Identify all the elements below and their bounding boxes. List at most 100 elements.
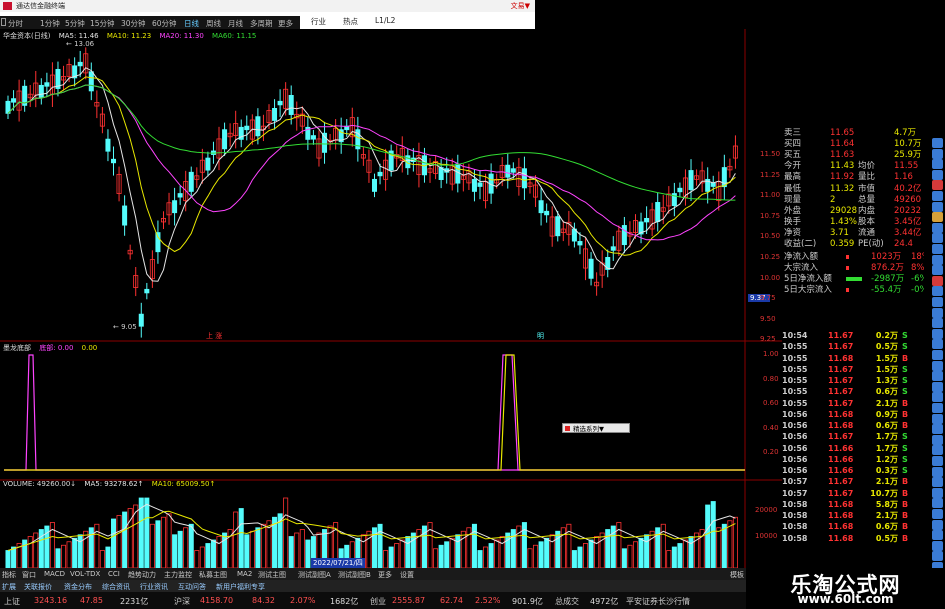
indicator-tab-1[interactable]: 窗口 [22,570,36,580]
sidebar-tool-icon[interactable] [932,191,943,201]
sidebar-tool-icon[interactable] [932,403,943,413]
sidebar-tool-icon[interactable] [932,328,943,339]
sidebar-tool-icon[interactable] [932,530,943,541]
sidebar-tool-icon[interactable] [932,371,943,382]
menu-item-7[interactable]: 行业 [311,16,326,27]
indicator-tab-12[interactable]: 更多 [378,570,392,580]
volume-bar [394,543,400,568]
indicator-tab-5[interactable]: 趋势动力 [128,570,156,580]
indicator-title[interactable]: 墨龙底部 [3,344,31,352]
volume-bar [577,546,583,568]
series-select-popup[interactable]: 精选系列▼ [562,423,630,433]
sidebar-tool-icon[interactable] [932,466,943,477]
indicator-tab-4[interactable]: CCI [108,570,120,578]
indicator-tab-0[interactable]: 指标 [2,570,16,580]
sidebar-tool-icon[interactable] [932,233,943,244]
sidebar-tool-icon[interactable] [932,275,943,286]
sidebar-tool-icon[interactable] [932,540,943,551]
collapse-icon[interactable] [1,18,6,26]
info-tab-2[interactable]: 资金分布 [64,582,92,592]
candle-body [122,205,128,226]
sidebar-tool-icon[interactable] [932,222,943,233]
sidebar-tool-icon[interactable] [932,297,943,307]
info-tab-4[interactable]: 行业资讯 [140,582,168,592]
candle-body [510,168,516,173]
sidebar-tool-icon[interactable] [932,169,943,180]
sidebar-tool-icon[interactable] [932,477,943,488]
info-tab-3[interactable]: 综合资讯 [102,582,130,592]
indicator-tab-11[interactable]: 测试副图B [338,570,371,580]
period-tab-10[interactable]: 更多 [278,18,293,29]
sidebar-tool-icon[interactable] [932,487,943,498]
period-tab-8[interactable]: 月线 [228,18,243,29]
candle-body [205,157,211,171]
indicator-tab-13[interactable]: 设置 [400,570,414,580]
tick-volume: 0.6万 [875,522,898,532]
indicator-tab-7[interactable]: 私募主图 [199,570,227,580]
indicator-tab-8[interactable]: MA2 [237,570,252,578]
info-tab-0[interactable]: 扩展 [2,582,16,592]
period-tab-3[interactable]: 15分钟 [90,18,115,29]
sidebar-tool-icon[interactable] [932,286,943,297]
sidebar-tool-icon[interactable] [932,138,943,148]
period-tab-7[interactable]: 周线 [206,18,221,29]
sidebar-tool-icon[interactable] [932,148,943,159]
sidebar-tool-icon[interactable] [932,498,943,509]
indicator-tab-6[interactable]: 主力监控 [164,570,192,580]
period-tab-2[interactable]: 5分钟 [65,18,85,29]
sidebar-tool-icon[interactable] [932,392,943,403]
sidebar-tool-icon[interactable] [932,339,943,350]
period-tab-5[interactable]: 60分钟 [152,18,177,29]
tick-row: 10:55 11.67 1.5万 S [782,364,922,375]
sidebar-tool-icon[interactable] [932,318,943,329]
sidebar-tool-icon[interactable] [932,413,943,424]
quote-key: 现量 [784,194,802,205]
sidebar-tool-icon[interactable] [932,551,943,562]
trade-button[interactable]: 文易▼ [511,0,530,12]
volume-bar [61,544,67,568]
menu-item-8[interactable]: 热点 [343,16,358,27]
period-tab-9[interactable]: 多周期 [250,18,273,29]
sidebar-tool-icon[interactable] [932,424,943,435]
sidebar-tool-icon[interactable] [932,159,943,170]
sidebar-tool-icon[interactable] [932,434,943,445]
candle-body [610,246,616,251]
indicator-tab-3[interactable]: VOL-TDX [70,570,100,578]
indicator-tab-14[interactable]: 模板 [730,570,744,580]
info-tab-5[interactable]: 互动问答 [178,582,206,592]
period-tab-6[interactable]: 日线 [184,18,199,29]
sidebar-tool-icon[interactable] [932,350,943,360]
sidebar-tool-icon[interactable] [932,360,943,371]
period-tab-4[interactable]: 30分钟 [121,18,146,29]
quote-key: 换手 [784,216,802,227]
quote-value: 11.63 [830,150,855,161]
volume-bar [594,536,600,568]
sidebar-tool-icon[interactable] [932,265,943,276]
sidebar-tool-icon[interactable] [932,509,943,519]
info-tab-1[interactable]: 关联报价 [24,582,52,592]
info-tab-6[interactable]: 新用户福利专享 [216,582,265,592]
sidebar-tool-icon[interactable] [932,381,943,392]
quote-key2: 市值 [858,183,876,194]
indicator-tab-2[interactable]: MACD [44,570,65,578]
indicator-tab-9[interactable]: 测试主图 [258,570,286,580]
sidebar-tool-icon[interactable] [932,307,943,318]
period-tab-1[interactable]: 1分钟 [40,18,60,29]
sidebar-tool-icon[interactable] [932,519,943,530]
indicator-tab-10[interactable]: 测试副图A [298,570,331,580]
sidebar-tool-icon[interactable] [932,180,943,191]
right-sidebar [930,138,945,578]
candle-body [621,225,627,246]
ma5-label: MA5: 11.46 [58,32,99,40]
period-tab-0[interactable]: 分时 [8,18,23,29]
tick-price: 11.66 [828,466,854,475]
menu-item-9[interactable]: L1/L2 [375,16,395,25]
sidebar-tool-icon[interactable] [932,212,943,223]
sidebar-tool-icon[interactable] [932,201,943,212]
ma20-label: MA20: 11.30 [159,32,204,40]
sidebar-tool-icon[interactable] [932,445,943,456]
sidebar-tool-icon[interactable] [932,456,943,466]
sidebar-tool-icon[interactable] [932,244,943,254]
candle-body [544,210,550,216]
sidebar-tool-icon[interactable] [932,254,943,265]
